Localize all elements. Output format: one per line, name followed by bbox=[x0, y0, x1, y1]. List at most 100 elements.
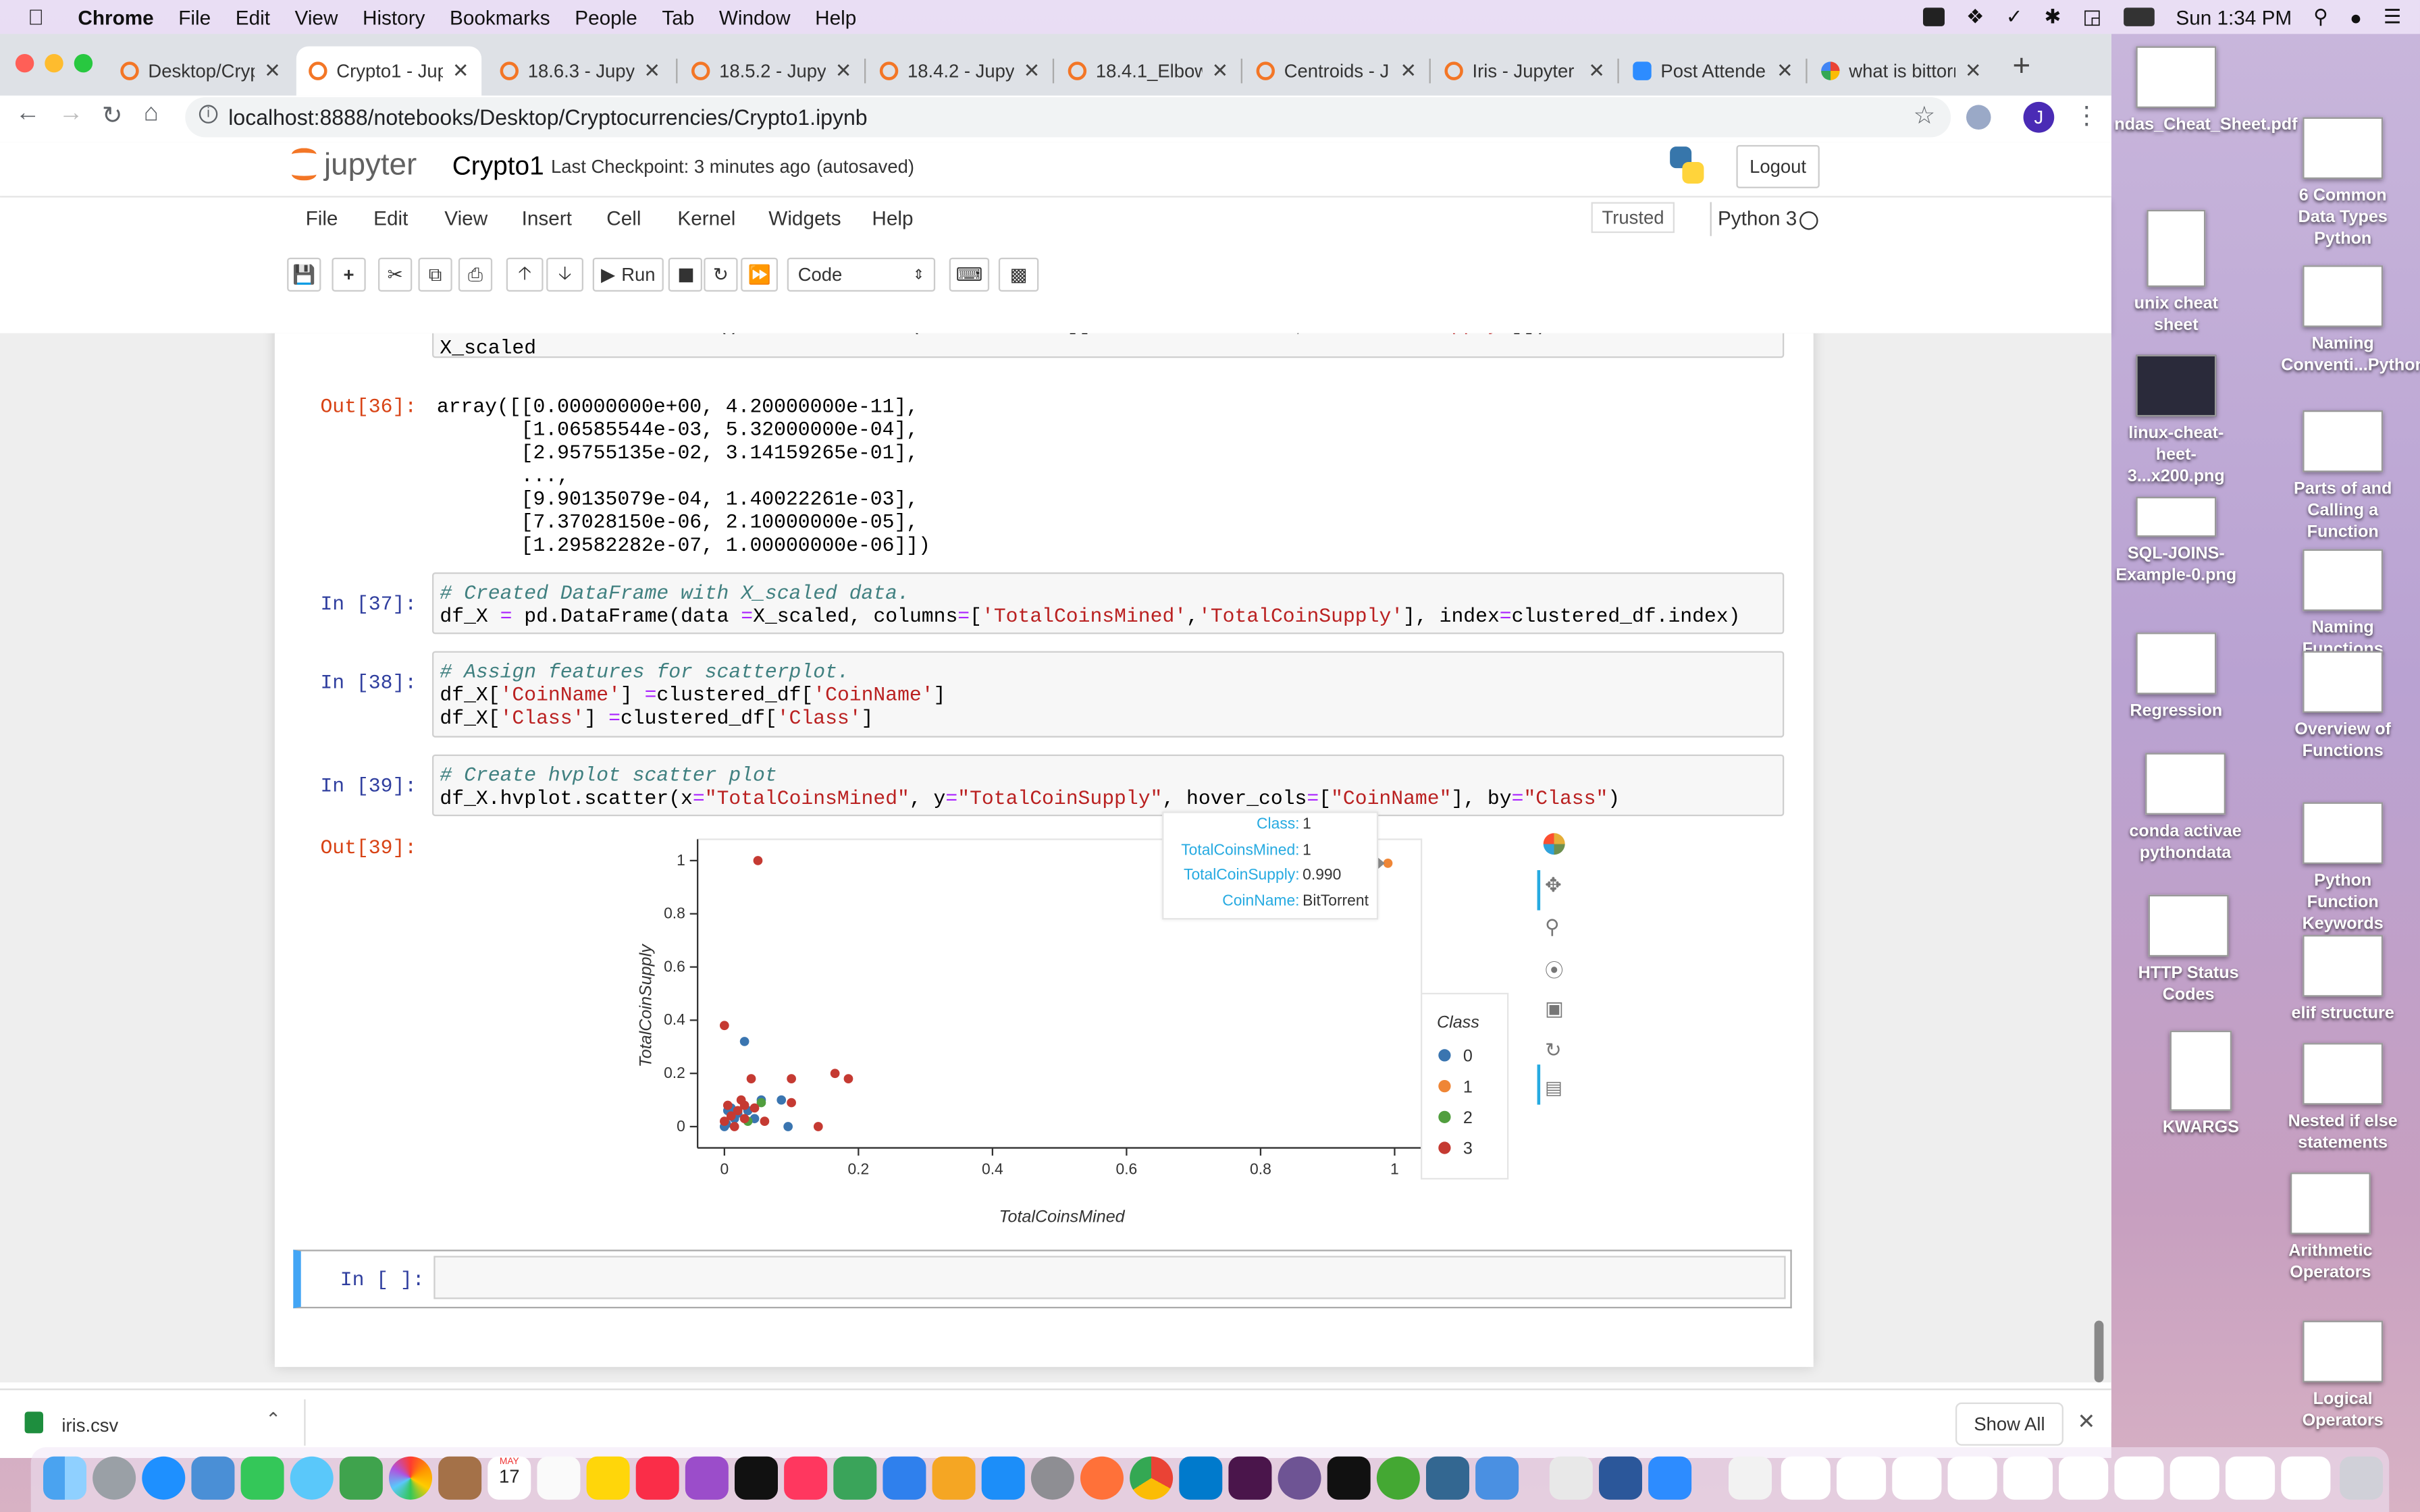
window-thumbnail[interactable] bbox=[1836, 1456, 1887, 1500]
wifi-icon[interactable]: ◲ bbox=[2083, 5, 2102, 30]
cell-type-select[interactable]: Code ⇕ bbox=[787, 257, 936, 292]
close-tab-icon[interactable]: ✕ bbox=[835, 59, 852, 84]
facetime-icon[interactable] bbox=[240, 1456, 284, 1500]
data-point[interactable] bbox=[749, 1103, 760, 1113]
reload-icon[interactable]: ↻ bbox=[102, 101, 123, 132]
spotlight-icon[interactable]: ⚲ bbox=[2313, 5, 2328, 30]
fullscreen-window-button[interactable] bbox=[74, 53, 93, 73]
window-thumbnail[interactable] bbox=[2169, 1456, 2219, 1500]
desktop-icon[interactable]: Overview of Functions bbox=[2281, 651, 2404, 763]
chrome-icon[interactable] bbox=[1130, 1456, 1174, 1500]
tab-18-6-3[interactable]: 18.6.3 - Jupy ✕ bbox=[488, 47, 673, 96]
data-point[interactable] bbox=[729, 1122, 739, 1131]
paste-icon[interactable]: ⎙ bbox=[458, 257, 493, 292]
kernel-name[interactable]: Python 3 bbox=[1718, 207, 1797, 230]
trusted-indicator[interactable]: Trusted bbox=[1591, 202, 1675, 234]
data-point[interactable] bbox=[777, 1095, 787, 1105]
info-icon[interactable]: i bbox=[199, 105, 218, 124]
save-icon[interactable]: 💾 bbox=[287, 257, 321, 292]
anaconda-icon[interactable] bbox=[1376, 1456, 1420, 1500]
data-point[interactable] bbox=[722, 1100, 733, 1110]
run-button[interactable]: ▶ Run bbox=[592, 257, 664, 292]
menu-tab[interactable]: Tab bbox=[662, 5, 694, 28]
tab-18-4-2[interactable]: 18.4.2 - Jupy ✕ bbox=[868, 47, 1053, 96]
window-thumbnail[interactable] bbox=[1947, 1456, 1997, 1500]
zoom-status-icon[interactable] bbox=[1923, 7, 1945, 26]
podcasts-icon[interactable] bbox=[685, 1456, 729, 1500]
close-tab-icon[interactable]: ✕ bbox=[1965, 59, 1982, 84]
move-up-icon[interactable]: 🡡 bbox=[506, 257, 544, 292]
pan-tool-icon[interactable]: ✥ bbox=[1545, 873, 1562, 898]
cut-icon[interactable]: ✂ bbox=[377, 257, 413, 292]
bookmark-star-icon[interactable]: ☆ bbox=[1913, 101, 1935, 132]
data-point[interactable] bbox=[719, 1021, 729, 1031]
menubar-clock[interactable]: Sun 1:34 PM bbox=[2176, 5, 2292, 28]
desktop-icon[interactable]: Logical Operators bbox=[2281, 1320, 2404, 1432]
data-point[interactable] bbox=[843, 1074, 853, 1083]
home-icon[interactable]: ⌂ bbox=[144, 101, 159, 128]
chrome-menu-icon[interactable]: ⋮ bbox=[2074, 101, 2099, 132]
window-thumbnail[interactable] bbox=[2281, 1456, 2331, 1500]
siri-icon[interactable]: ● bbox=[2350, 5, 2362, 28]
jmenu-help[interactable]: Help bbox=[872, 207, 913, 230]
desktop-icon[interactable]: 6 Common Data Types Python bbox=[2281, 117, 2404, 250]
scatter-plot[interactable]: 0 0.2 0.4 0.6 0.8 1 0 0.2 0.4 0.6 0.8 1 TotalCoinsM… bbox=[614, 811, 1571, 1243]
data-point[interactable] bbox=[739, 1037, 749, 1046]
bluetooth-icon[interactable]: ✱ bbox=[2045, 5, 2061, 30]
slack-icon[interactable] bbox=[1228, 1456, 1272, 1500]
jmenu-view[interactable]: View bbox=[444, 207, 488, 230]
close-tab-icon[interactable]: ✕ bbox=[1777, 59, 1793, 84]
tv-icon[interactable] bbox=[734, 1456, 778, 1500]
textedit-icon[interactable] bbox=[1549, 1456, 1593, 1500]
photos-icon[interactable] bbox=[388, 1456, 432, 1500]
tab-desktop-cryp[interactable]: Desktop/Cryp ✕ bbox=[108, 47, 293, 96]
keynote-icon[interactable] bbox=[883, 1456, 926, 1500]
desktop-icon[interactable]: unix cheat sheet bbox=[2114, 209, 2238, 336]
code-cell-37-input[interactable]: # Created DataFrame with X_scaled data. … bbox=[431, 572, 1785, 634]
desktop-icon[interactable]: Nested if else statements bbox=[2281, 1043, 2404, 1154]
forward-arrow-icon[interactable]: → bbox=[59, 101, 84, 128]
jmenu-widgets[interactable]: Widgets bbox=[768, 207, 841, 230]
jmenu-cell[interactable]: Cell bbox=[606, 207, 641, 230]
url-field[interactable]: i localhost:8888/notebooks/Desktop/Crypt… bbox=[185, 97, 1951, 138]
data-point[interactable] bbox=[830, 1069, 840, 1079]
copy-icon[interactable]: ⧉ bbox=[418, 257, 452, 292]
menu-file[interactable]: File bbox=[178, 5, 211, 28]
window-thumbnail[interactable] bbox=[2003, 1456, 2053, 1500]
desktop-icon[interactable]: Python Function Keywords bbox=[2281, 802, 2404, 936]
close-window-button[interactable] bbox=[15, 53, 34, 73]
menu-app-name[interactable]: Chrome bbox=[78, 5, 153, 28]
tableau-icon[interactable] bbox=[1475, 1456, 1519, 1500]
selected-empty-cell[interactable]: In [ ]: bbox=[293, 1249, 1792, 1309]
window-thumbnail[interactable] bbox=[1781, 1456, 1831, 1500]
news-icon[interactable] bbox=[784, 1456, 828, 1500]
apple-icon[interactable]:  bbox=[28, 5, 44, 30]
restart-run-all-icon[interactable]: ⏩ bbox=[741, 257, 778, 292]
code-cell-39-input[interactable]: # Create hvplot scatter plot df_X.hvplot… bbox=[431, 754, 1785, 817]
save-plot-icon[interactable]: ▣ bbox=[1545, 997, 1564, 1022]
tab-18-5-2[interactable]: 18.5.2 - Jupy ✕ bbox=[679, 47, 864, 96]
launchpad-icon[interactable] bbox=[93, 1456, 136, 1500]
code-cell-38-input[interactable]: # Assign features for scatterplot. df_X[… bbox=[431, 651, 1785, 738]
close-tab-icon[interactable]: ✕ bbox=[1211, 59, 1228, 84]
maps-icon[interactable] bbox=[339, 1456, 383, 1500]
notebook-name[interactable]: Crypto1 bbox=[452, 151, 544, 182]
music-icon[interactable] bbox=[635, 1456, 679, 1500]
wheel-zoom-icon[interactable]: ⦿ bbox=[1545, 956, 1563, 983]
bokeh-logo-icon[interactable] bbox=[1543, 833, 1565, 855]
app-store-icon[interactable] bbox=[981, 1456, 1025, 1500]
close-download-bar-icon[interactable]: ✕ bbox=[2078, 1409, 2096, 1435]
profile-avatar[interactable]: J bbox=[2023, 101, 2055, 133]
desktop-icon[interactable]: Parts of and Calling a Function bbox=[2281, 410, 2404, 543]
tab-iris[interactable]: Iris - Jupyter ✕ bbox=[1432, 47, 1617, 96]
jupyter-logo[interactable]: jupyter bbox=[290, 146, 417, 184]
menu-history[interactable]: History bbox=[363, 5, 425, 28]
close-tab-icon[interactable]: ✕ bbox=[643, 59, 660, 84]
menu-help[interactable]: Help bbox=[815, 5, 856, 28]
menu-window[interactable]: Window bbox=[719, 5, 791, 28]
battery-icon[interactable] bbox=[2123, 7, 2155, 26]
vscode-icon[interactable] bbox=[1179, 1456, 1223, 1500]
menu-people[interactable]: People bbox=[575, 5, 637, 28]
dropbox-icon[interactable]: ❖ bbox=[1966, 5, 1984, 30]
desktop-icon[interactable]: Naming Functions bbox=[2281, 549, 2404, 661]
